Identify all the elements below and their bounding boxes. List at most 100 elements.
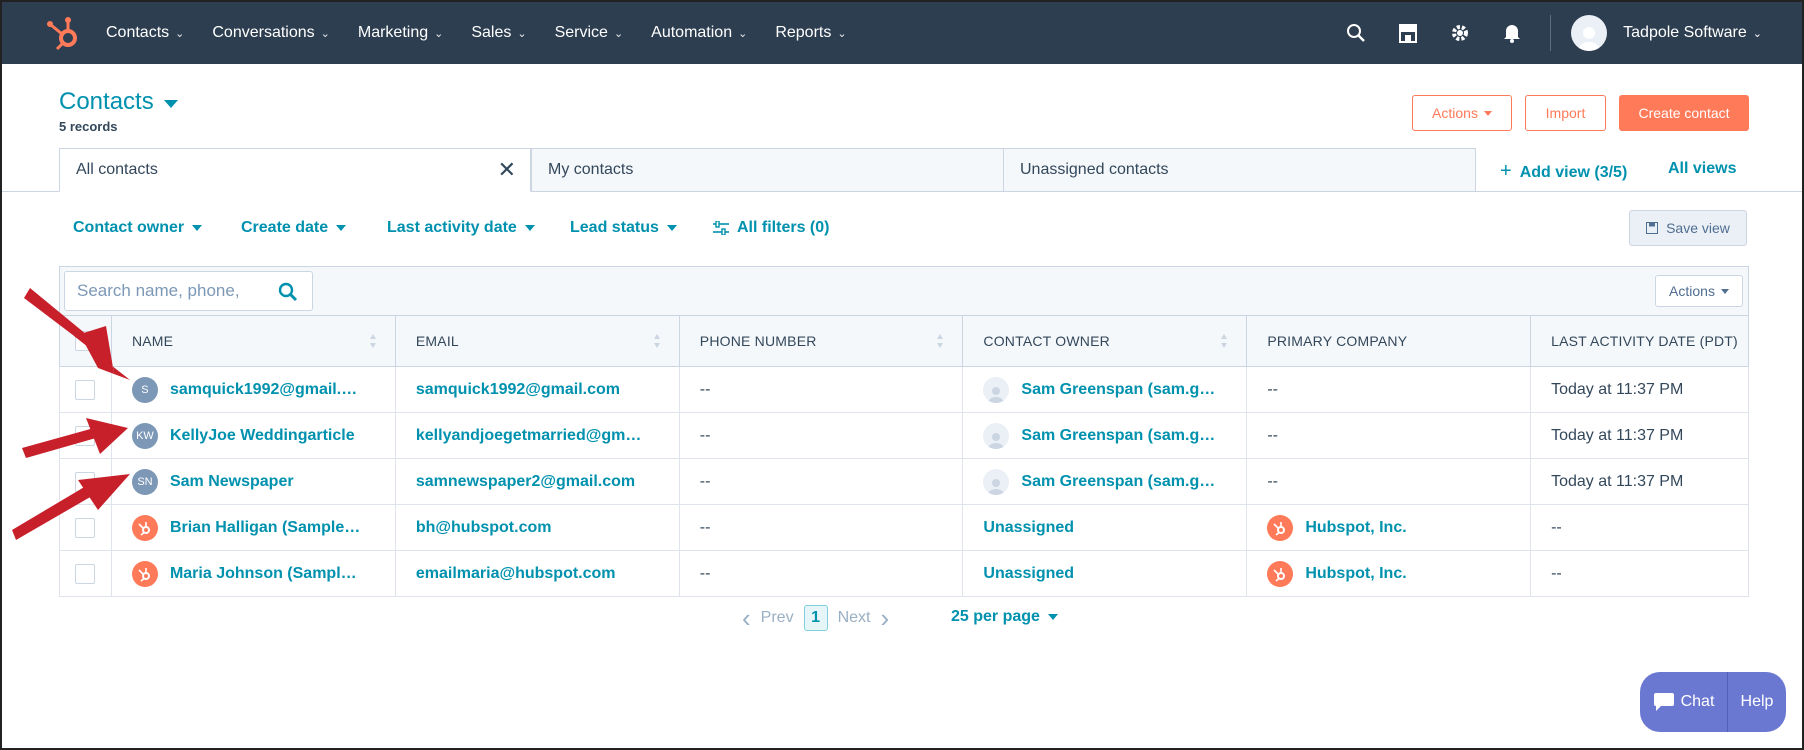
row-checkbox[interactable] xyxy=(75,425,95,446)
column-header-name[interactable]: NAME xyxy=(110,315,396,367)
contact-name-link[interactable]: Maria Johnson (Sampl… xyxy=(170,565,357,583)
contact-name-link[interactable]: samquick1992@gmail.… xyxy=(170,381,357,399)
sort-icon[interactable] xyxy=(653,333,661,349)
caret-down-icon xyxy=(1720,288,1729,294)
table-actions-label: Actions xyxy=(1669,283,1715,299)
create-contact-button[interactable]: Create contact xyxy=(1619,95,1749,131)
sort-icon[interactable] xyxy=(369,333,377,349)
next-button[interactable]: Next xyxy=(838,609,871,627)
name-cell: Maria Johnson (Sampl… xyxy=(110,550,396,597)
owner-link[interactable]: Unassigned xyxy=(983,519,1074,536)
row-checkbox[interactable] xyxy=(75,563,95,584)
row-checkbox[interactable] xyxy=(75,517,95,538)
nav-sales[interactable]: Sales ⌄ xyxy=(471,24,526,42)
owner-link[interactable]: Unassigned xyxy=(983,565,1074,582)
tab-my-contacts[interactable]: My contacts xyxy=(531,148,1004,192)
settings-button[interactable] xyxy=(1434,2,1486,64)
import-button[interactable]: Import xyxy=(1525,95,1606,131)
select-all-checkbox[interactable] xyxy=(75,331,95,351)
column-header-owner[interactable]: CONTACT OWNER xyxy=(962,315,1248,367)
save-view-button[interactable]: Save view xyxy=(1629,210,1747,246)
filter-contact-owner[interactable]: Contact owner xyxy=(73,219,203,237)
caret-down-icon xyxy=(666,225,677,231)
table-actions-button[interactable]: Actions xyxy=(1655,275,1743,307)
owner-avatar xyxy=(983,422,1010,449)
row-checkbox[interactable] xyxy=(75,471,95,492)
column-header-company[interactable]: PRIMARY COMPANY xyxy=(1246,315,1532,367)
search-input[interactable]: Search name, phone, xyxy=(64,271,313,311)
table-row[interactable]: Brian Halligan (Sample… bh@hubspot.com -… xyxy=(59,504,1749,551)
tab-all-contacts[interactable]: All contacts ✕ xyxy=(59,148,531,192)
help-button[interactable]: Help xyxy=(1728,672,1786,732)
filter-lead-status[interactable]: Lead status xyxy=(570,219,677,237)
phone-cell: -- xyxy=(678,366,964,413)
owner-link[interactable]: Sam Greenspan (sam.g… xyxy=(1021,427,1215,445)
prev-button[interactable]: Prev xyxy=(761,609,794,627)
owner-cell: Unassigned xyxy=(962,504,1248,551)
contact-name-link[interactable]: Brian Halligan (Sample… xyxy=(170,519,360,537)
phone-cell: -- xyxy=(678,458,964,505)
chevron-down-icon: ⌄ xyxy=(837,27,847,40)
add-view-link[interactable]: + Add view (3/5) xyxy=(1500,160,1627,183)
nav-service[interactable]: Service ⌄ xyxy=(555,24,624,42)
account-name: Tadpole Software xyxy=(1623,24,1747,41)
company-link[interactable]: Hubspot, Inc. xyxy=(1305,565,1406,583)
top-navigation: Contacts ⌄ Conversations ⌄ Marketing ⌄ Sale… xyxy=(2,2,1802,64)
chevron-left-icon[interactable]: ‹ xyxy=(742,603,751,634)
row-checkbox[interactable] xyxy=(75,379,95,400)
column-header-email[interactable]: EMAIL xyxy=(394,315,680,367)
hubspot-sprocket-icon xyxy=(131,514,158,541)
page-number[interactable]: 1 xyxy=(803,605,828,631)
email-link[interactable]: samnewspaper2@gmail.com xyxy=(416,473,678,491)
all-filters-button[interactable]: All filters (0) xyxy=(713,219,829,237)
nav-right-group: Tadpole Software ⌄ xyxy=(1330,2,1802,64)
hubspot-logo-icon[interactable] xyxy=(42,11,86,55)
name-cell: KW KellyJoe Weddingarticle xyxy=(110,412,396,459)
chat-label: Chat xyxy=(1680,693,1715,710)
owner-link[interactable]: Sam Greenspan (sam.g… xyxy=(1021,381,1215,399)
nav-reports[interactable]: Reports ⌄ xyxy=(775,24,846,42)
table-row[interactable]: Maria Johnson (Sampl… emailmaria@hubspot… xyxy=(59,550,1749,597)
filter-last-activity-date[interactable]: Last activity date xyxy=(387,219,535,237)
owner-link[interactable]: Sam Greenspan (sam.g… xyxy=(1021,473,1215,491)
owner-cell: Sam Greenspan (sam.g… xyxy=(962,458,1248,505)
chevron-right-icon[interactable]: › xyxy=(880,603,889,634)
contact-name-link[interactable]: KellyJoe Weddingarticle xyxy=(170,427,355,445)
column-header-phone[interactable]: PHONE NUMBER xyxy=(678,315,964,367)
filter-label: Contact owner xyxy=(73,219,185,236)
marketplace-button[interactable] xyxy=(1382,2,1434,64)
sort-icon[interactable] xyxy=(1220,333,1228,349)
chevron-down-icon: ⌄ xyxy=(320,27,330,40)
nav-marketing[interactable]: Marketing ⌄ xyxy=(358,24,443,42)
actions-button[interactable]: Actions xyxy=(1412,95,1512,131)
hubspot-sprocket-icon xyxy=(1267,514,1294,541)
chat-button[interactable]: Chat xyxy=(1640,672,1728,732)
phone-value: -- xyxy=(699,564,711,582)
notifications-button[interactable] xyxy=(1486,2,1538,64)
table-row[interactable]: SN Sam Newspaper samnewspaper2@gmail.com … xyxy=(59,458,1749,505)
header-label: EMAIL xyxy=(415,333,459,349)
nav-contacts[interactable]: Contacts ⌄ xyxy=(106,24,184,42)
filter-create-date[interactable]: Create date xyxy=(241,219,347,237)
close-icon[interactable]: ✕ xyxy=(498,159,516,181)
email-link[interactable]: samquick1992@gmail.com xyxy=(416,381,678,399)
account-menu[interactable]: Tadpole Software ⌄ xyxy=(1623,24,1762,42)
page-title[interactable]: Contacts xyxy=(59,88,178,116)
search-button[interactable] xyxy=(1330,2,1382,64)
nav-conversations[interactable]: Conversations ⌄ xyxy=(212,24,330,42)
per-page-select[interactable]: 25 per page xyxy=(951,608,1058,626)
tab-unassigned-contacts[interactable]: Unassigned contacts xyxy=(1003,148,1476,192)
table-row[interactable]: KW KellyJoe Weddingarticle kellyandjoeget… xyxy=(59,412,1749,459)
email-link[interactable]: kellyandjoegetmarried@gm… xyxy=(416,427,678,445)
column-header-last-activity[interactable]: LAST ACTIVITY DATE (PDT) xyxy=(1530,315,1749,367)
contact-name-link[interactable]: Sam Newspaper xyxy=(170,473,294,491)
nav-automation[interactable]: Automation ⌄ xyxy=(651,24,747,42)
company-link[interactable]: Hubspot, Inc. xyxy=(1305,519,1406,537)
avatar[interactable] xyxy=(1571,15,1608,51)
sort-icon[interactable] xyxy=(936,333,944,349)
email-link[interactable]: emailmaria@hubspot.com xyxy=(416,565,678,583)
email-link[interactable]: bh@hubspot.com xyxy=(416,519,678,537)
company-cell: Hubspot, Inc. xyxy=(1246,550,1532,597)
table-row[interactable]: Ssamquick1992@gmail.… samquick1992@gmail… xyxy=(59,366,1749,413)
all-views-link[interactable]: All views xyxy=(1668,160,1736,178)
